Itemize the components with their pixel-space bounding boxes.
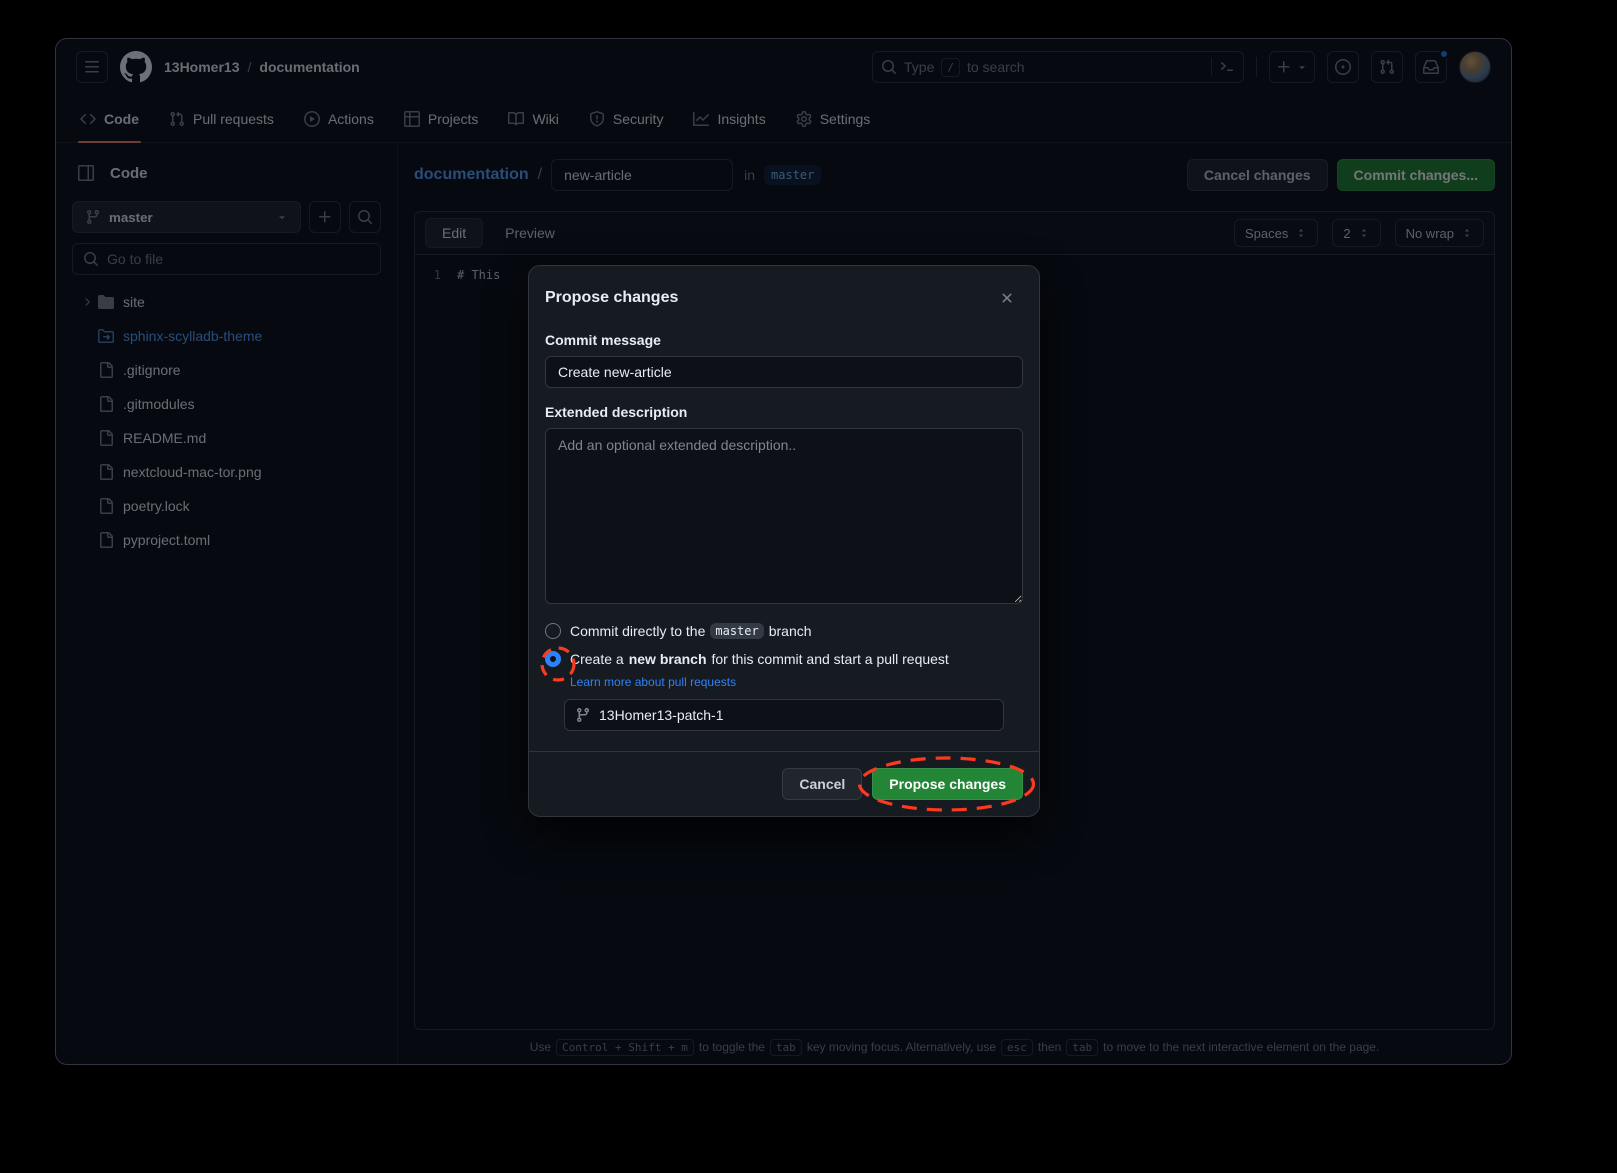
commit-message-label: Commit message xyxy=(545,332,1023,348)
master-branch-chip: master xyxy=(710,623,763,639)
dialog-title: Propose changes xyxy=(545,289,678,307)
dialog-header: Propose changes xyxy=(529,266,1039,330)
learn-more-link[interactable]: Learn more about pull requests xyxy=(570,675,736,689)
radio-commit-direct-label: Commit directly to the master branch xyxy=(570,623,812,639)
extended-description-label: Extended description xyxy=(545,404,1023,420)
git-branch-icon xyxy=(575,707,591,723)
radio-create-branch[interactable]: Create a new branch for this commit and … xyxy=(545,651,1023,667)
radio-create-branch-label: Create a new branch for this commit and … xyxy=(570,651,949,667)
new-branch-name-input[interactable] xyxy=(599,707,993,723)
cancel-button[interactable]: Cancel xyxy=(782,768,862,800)
dialog-body: Commit message Extended description Comm… xyxy=(529,330,1039,731)
commit-message-input[interactable] xyxy=(545,356,1023,388)
close-dialog-button[interactable] xyxy=(991,282,1023,314)
new-branch-name-box[interactable] xyxy=(564,699,1004,731)
radio-unchecked[interactable] xyxy=(545,623,561,639)
radio-checked[interactable] xyxy=(545,651,561,667)
extended-description-textarea[interactable] xyxy=(545,428,1023,604)
radio-commit-direct[interactable]: Commit directly to the master branch xyxy=(545,623,1023,639)
propose-changes-dialog: Propose changes Commit message Extended … xyxy=(528,265,1040,817)
propose-changes-button[interactable]: Propose changes xyxy=(872,768,1023,800)
dialog-footer: Cancel Propose changes xyxy=(529,751,1039,816)
new-branch-bold: new branch xyxy=(629,651,707,667)
close-icon xyxy=(999,290,1015,306)
